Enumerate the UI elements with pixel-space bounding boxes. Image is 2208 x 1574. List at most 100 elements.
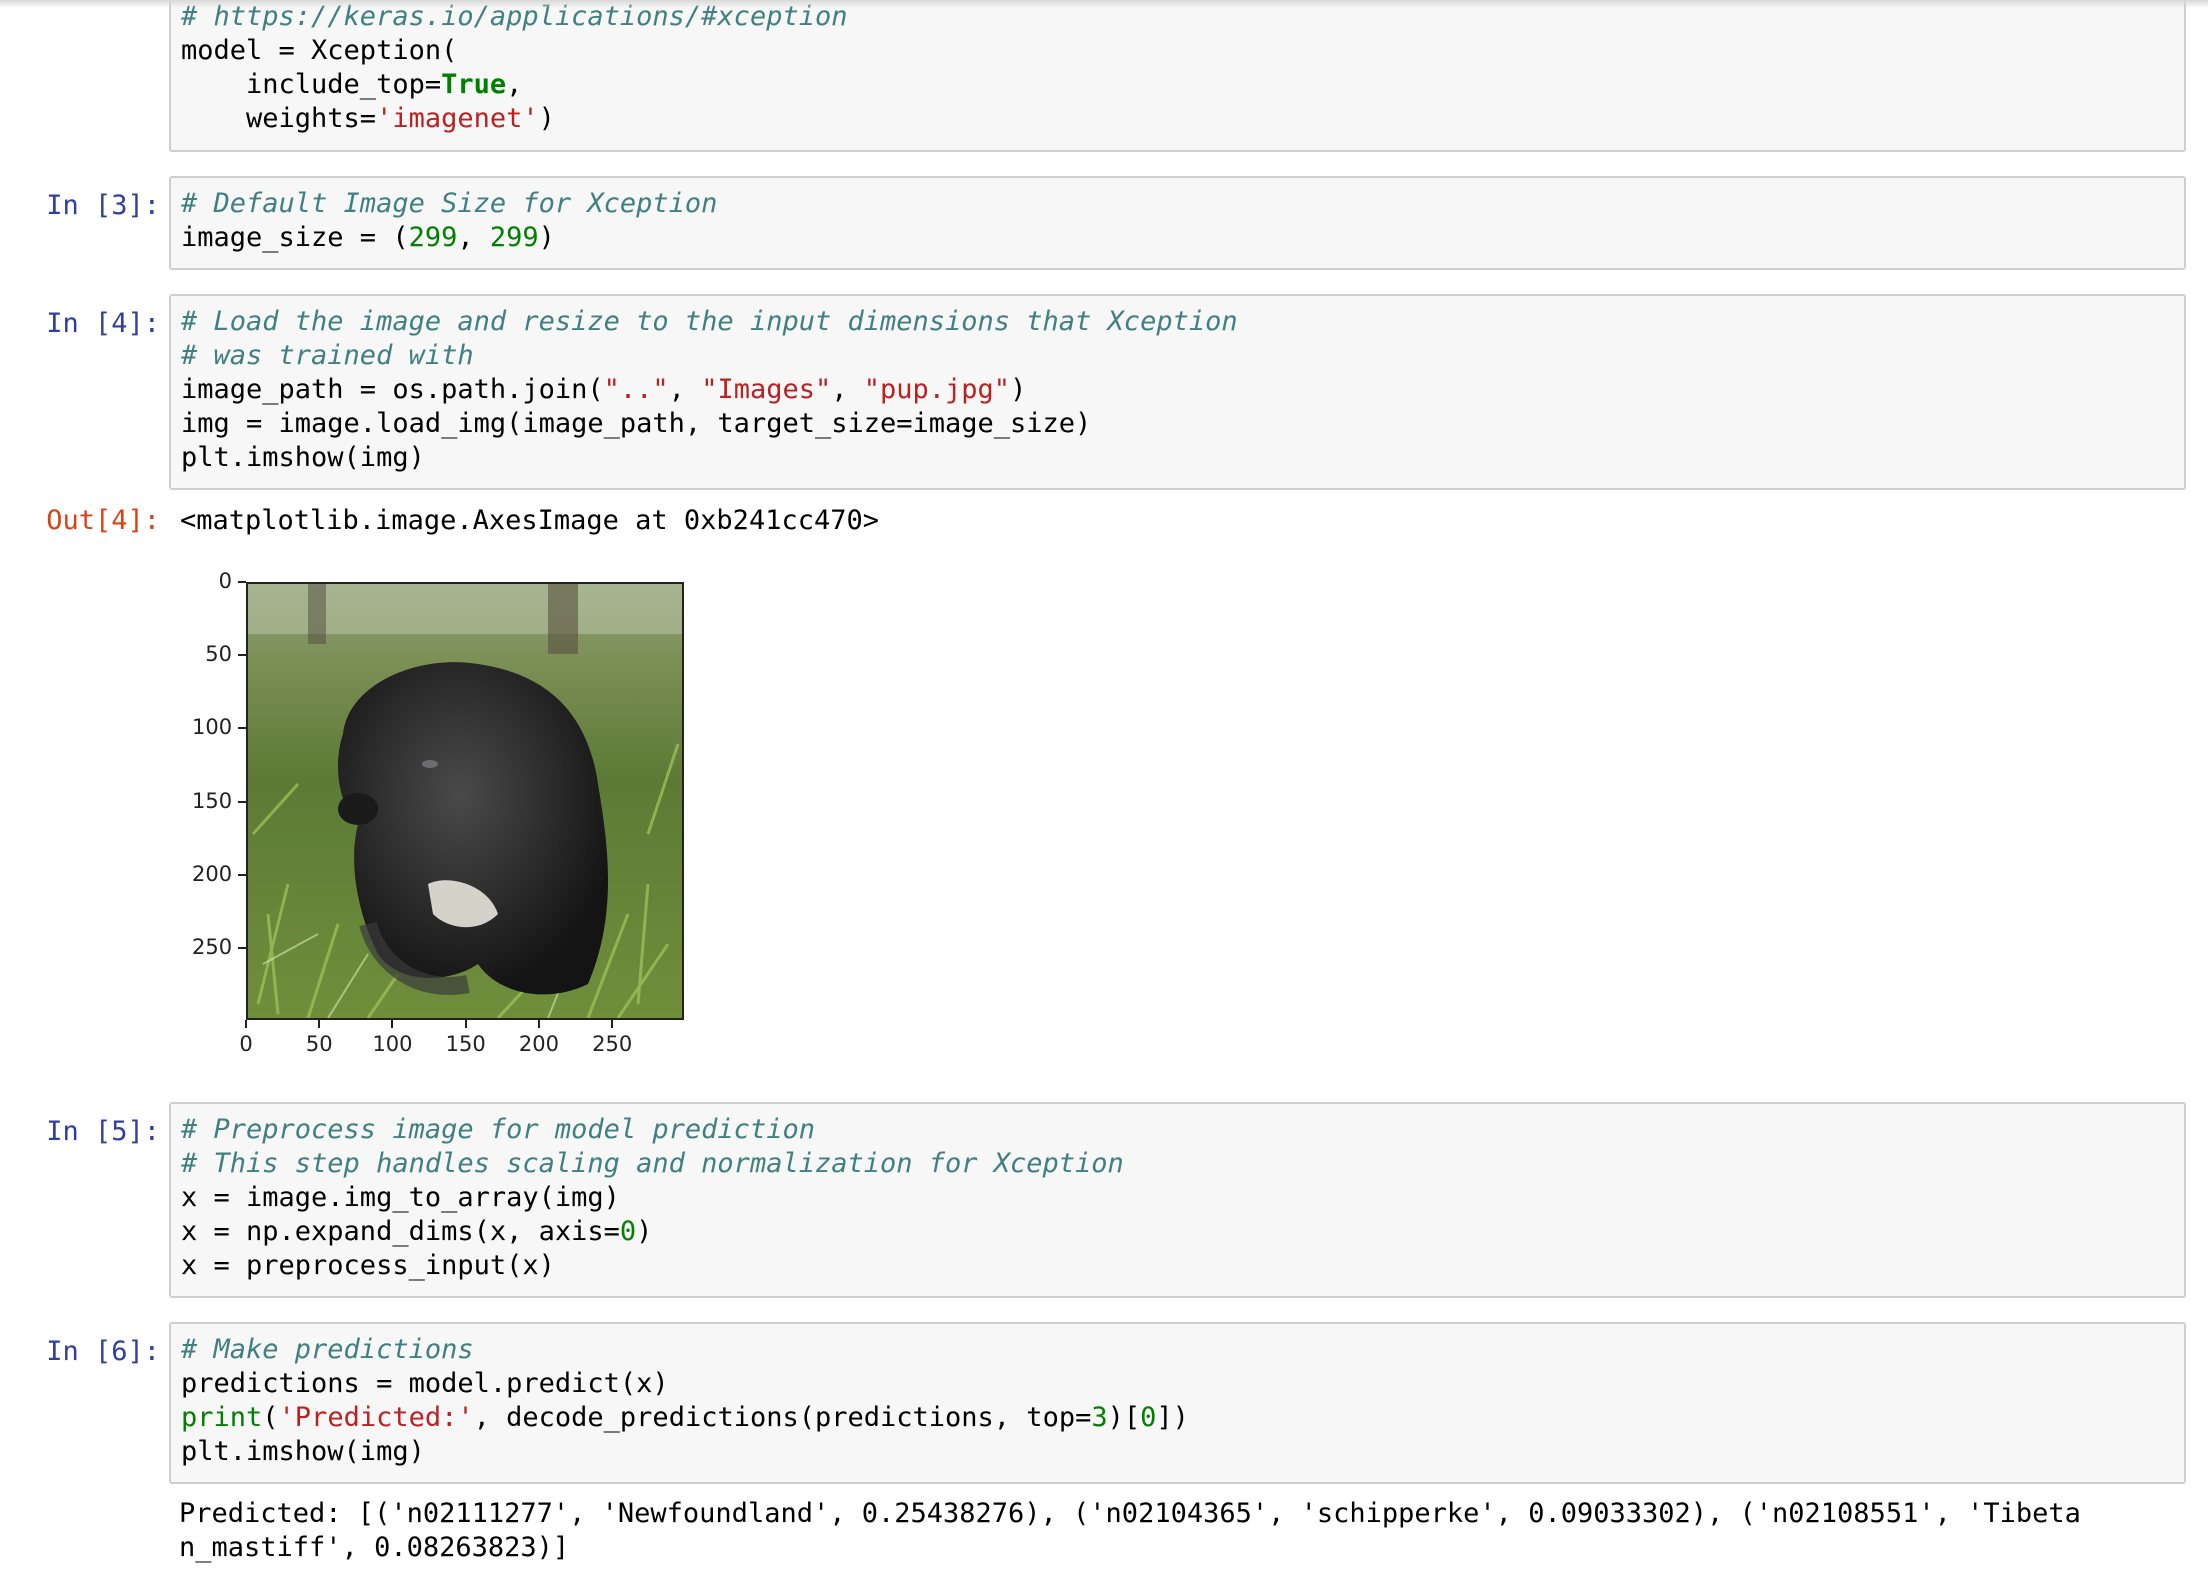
input-prompt: In [6]:: [46, 1336, 160, 1367]
code-line: plt.imshow(img): [181, 1435, 2184, 1469]
code-cell-5[interactable]: # Preprocess image for model prediction #…: [169, 1102, 2186, 1298]
code-editor[interactable]: # Load the image and resize to the input…: [171, 296, 2184, 475]
input-prompt: In [3]:: [46, 190, 160, 221]
y-tick-label: 100: [192, 715, 233, 740]
y-tick: [238, 727, 246, 730]
x-tick: [245, 1020, 247, 1028]
code-token: print: [181, 1402, 263, 1433]
puppy-image: [246, 582, 684, 1020]
y-tick-label: 150: [192, 788, 233, 813]
code-line: # Default Image Size for Xception: [181, 187, 2184, 221]
code-token: True: [441, 69, 507, 100]
y-tick: [238, 654, 246, 657]
code-token: , decode_predictions(predictions, top=: [473, 1402, 1092, 1433]
code-token: x = image.img_to_array(img): [181, 1182, 620, 1213]
output-text: <matplotlib.image.AxesImage at 0xb241cc4…: [180, 505, 879, 536]
y-tick-label: 250: [192, 935, 233, 960]
x-tick: [611, 1020, 614, 1028]
output-text-line-2: n_mastiff', 0.08263823)]: [179, 1532, 570, 1563]
code-line: # was trained with: [181, 339, 2184, 373]
x-tick: [391, 1020, 394, 1028]
code-token: img = image.load_img(image_path, target_…: [181, 408, 1092, 439]
code-line: image_path = os.path.join("..", "Images"…: [181, 373, 2184, 407]
code-token: ): [538, 103, 555, 134]
code-line: # This step handles scaling and normaliz…: [181, 1147, 2184, 1181]
x-tick-label: 100: [372, 1032, 413, 1056]
output-prompt: Out[4]:: [46, 505, 160, 536]
x-tick: [464, 1020, 467, 1028]
code-line: # Preprocess image for model prediction: [181, 1113, 2184, 1147]
code-token: (: [262, 1402, 279, 1433]
code-cell-6[interactable]: # Make predictions predictions = model.pr…: [169, 1322, 2186, 1484]
x-tick: [537, 1020, 540, 1028]
code-line: model = Xception(: [181, 34, 2184, 68]
code-token: 'Predicted:': [278, 1402, 474, 1433]
code-token: # This step handles scaling and normaliz…: [181, 1148, 1124, 1179]
x-tick-label: 50: [305, 1032, 333, 1056]
code-token: # Preprocess image for model prediction: [181, 1114, 815, 1145]
code-token: ,: [457, 222, 490, 253]
code-token: ,: [831, 374, 864, 405]
matplotlib-figure: 0 50 100 150 200 250 0 50 100 150 200 250: [190, 560, 710, 1060]
code-token: ,: [506, 69, 523, 100]
y-tick: [238, 873, 246, 876]
y-tick-label: 0: [218, 569, 232, 593]
code-token: ): [636, 1216, 653, 1247]
code-line: predictions = model.predict(x): [181, 1367, 2184, 1401]
code-token: )[: [1107, 1402, 1141, 1433]
code-editor[interactable]: # Preprocess image for model prediction #…: [171, 1104, 2184, 1283]
code-line: plt.imshow(img): [181, 441, 2184, 475]
code-token: predictions = model.predict(x): [181, 1368, 669, 1399]
code-token: 299: [489, 222, 539, 253]
code-line: print('Predicted:', decode_predictions(p…: [181, 1401, 2184, 1435]
code-editor[interactable]: # Default Image Size for Xception image_s…: [171, 178, 2184, 255]
code-token: # Make predictions: [181, 1334, 474, 1365]
code-token: 0: [619, 1216, 637, 1247]
output-text-line-1: Predicted: [('n02111277', 'Newfoundland'…: [179, 1498, 2081, 1529]
y-tick: [238, 800, 246, 803]
code-token: "pup.jpg": [863, 374, 1011, 405]
code-token: image_size = (: [181, 222, 409, 253]
code-token: "Images": [701, 374, 832, 405]
code-line: # Make predictions: [181, 1333, 2184, 1367]
code-token: ]): [1156, 1402, 1189, 1433]
code-line: img = image.load_img(image_path, target_…: [181, 407, 2184, 441]
code-token: "..": [603, 374, 669, 405]
code-editor[interactable]: # https://keras.io/applications/#xceptio…: [171, 0, 2184, 136]
code-token: weights=: [181, 103, 377, 134]
code-token: plt.imshow(img): [181, 1436, 425, 1467]
code-line: # Load the image and resize to the input…: [181, 305, 2184, 339]
code-token: # was trained with: [181, 340, 474, 371]
code-token: ): [1010, 374, 1027, 405]
code-cell-xception-model[interactable]: # https://keras.io/applications/#xceptio…: [169, 0, 2186, 152]
code-line: weights='imagenet'): [181, 102, 2184, 136]
code-line: x = np.expand_dims(x, axis=0): [181, 1215, 2184, 1249]
input-prompt: In [4]:: [46, 308, 160, 339]
code-token: 'imagenet': [376, 103, 539, 134]
code-token: 299: [408, 222, 458, 253]
x-tick-label: 0: [239, 1032, 253, 1056]
y-tick-label: 200: [192, 861, 233, 886]
x-tick: [318, 1020, 321, 1028]
code-token: include_top=: [181, 69, 442, 100]
code-token: # Default Image Size for Xception: [181, 188, 718, 219]
puppy-image-icon: [248, 584, 682, 1018]
code-line: include_top=True,: [181, 68, 2184, 102]
code-token: x = np.expand_dims(x, axis=: [181, 1216, 620, 1247]
code-token: ,: [668, 374, 702, 405]
y-tick-label: 50: [205, 642, 232, 667]
x-tick-label: 200: [518, 1032, 560, 1056]
y-tick: [238, 947, 246, 950]
x-tick-label: 150: [445, 1032, 486, 1056]
code-token: # Load the image and resize to the input…: [181, 306, 1238, 337]
code-line: x = preprocess_input(x): [181, 1249, 2184, 1283]
code-editor[interactable]: # Make predictions predictions = model.pr…: [171, 1324, 2184, 1469]
scroll-shadow: [0, 0, 2208, 8]
code-cell-3[interactable]: # Default Image Size for Xception image_s…: [169, 176, 2186, 270]
code-token: 0: [1140, 1402, 1157, 1433]
y-tick: [238, 581, 246, 583]
code-token: plt.imshow(img): [181, 442, 425, 473]
code-token: 3: [1091, 1402, 1108, 1433]
code-cell-4[interactable]: # Load the image and resize to the input…: [169, 294, 2186, 490]
input-prompt: In [5]:: [46, 1116, 160, 1147]
